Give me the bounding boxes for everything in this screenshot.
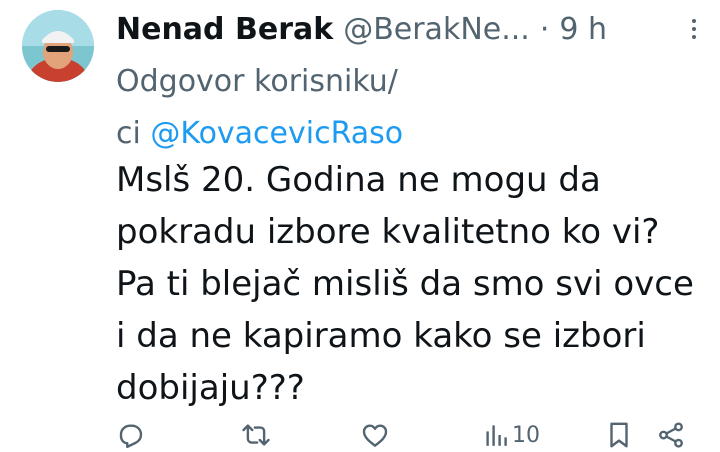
action-bar: 10: [0, 418, 720, 452]
reply-mention-link[interactable]: @KovacevicRaso: [150, 116, 403, 151]
reply-button[interactable]: [116, 418, 146, 452]
tweet-text-line: Pa ti blejač misliš da smo svi ovce: [116, 264, 694, 304]
avatar-photo: [22, 10, 94, 82]
views-button[interactable]: 10: [484, 418, 540, 452]
tweet-text: Mslš 20. Godina ne mogu da pokradu izbor…: [116, 154, 716, 414]
reply-prefix-ci: ci: [116, 116, 141, 151]
reply-prefix-line2: ci @KovacevicRaso: [116, 108, 616, 160]
tweet-text-line: Mslš 20. Godina ne mogu da: [116, 160, 601, 200]
heart-icon: [362, 424, 388, 447]
tweet-text-line: dobijaju???: [116, 368, 305, 408]
share-button[interactable]: [656, 418, 686, 452]
reply-prefix-line1: Odgovor korisniku/: [116, 64, 398, 99]
bookmark-button[interactable]: [606, 418, 632, 452]
reply-icon: [119, 424, 143, 449]
like-button[interactable]: [360, 418, 390, 452]
share-icon: [659, 422, 683, 448]
views-count: 10: [512, 422, 540, 448]
tweet-timestamp[interactable]: 9 h: [559, 12, 607, 47]
avatar[interactable]: [22, 10, 94, 82]
tweet-text-line: pokradu izbore kvalitetno ko vi?: [116, 212, 660, 252]
analytics-icon: [486, 425, 507, 446]
retweet-button[interactable]: [240, 418, 272, 452]
retweet-icon: [242, 424, 270, 446]
separator-dot: ·: [539, 11, 550, 47]
author-handle[interactable]: @BerakNe...: [343, 12, 530, 47]
more-vertical-icon[interactable]: [682, 14, 706, 44]
author-name[interactable]: Nenad Berak: [116, 12, 333, 47]
reply-context: Odgovor korisniku/ ci @KovacevicRaso: [116, 56, 616, 160]
tweet-header: Nenad Berak @BerakNe... · 9 h: [116, 6, 706, 52]
tweet-text-line: i da ne kapiramo kako se izbori: [116, 316, 646, 356]
bookmark-icon: [610, 422, 628, 448]
